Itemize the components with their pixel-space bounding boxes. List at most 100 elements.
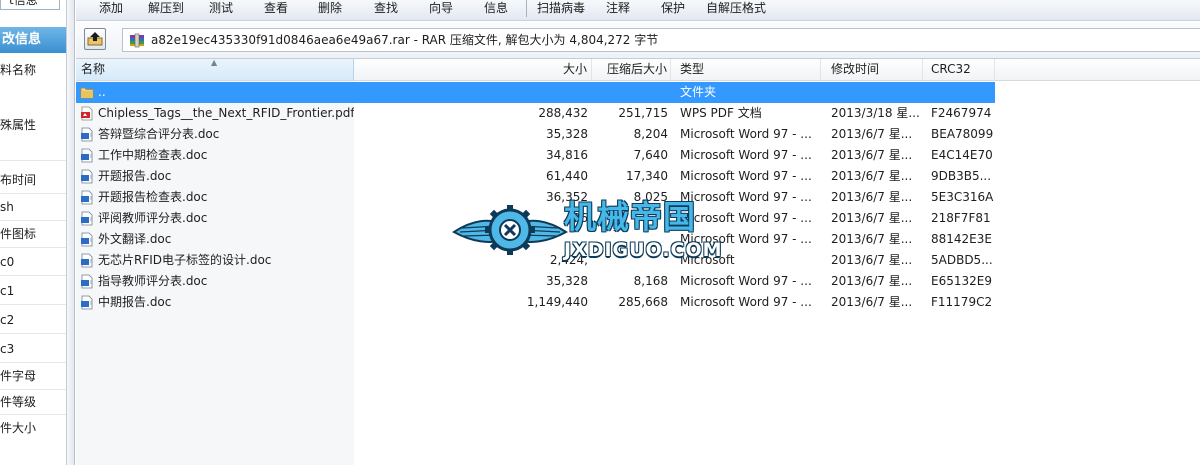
file-name: 答辩暨综合评分表.doc <box>98 127 220 141</box>
table-row[interactable]: 外文翻译.doc Microsoft Word 97 - ... 2013/6/… <box>76 229 1200 250</box>
file-crc32: F11179C2 <box>931 295 993 309</box>
file-crc32 <box>931 82 995 103</box>
file-type: Microsoft Word 97 - ... <box>680 169 812 183</box>
view-button[interactable]: 查看 <box>264 0 288 18</box>
toolbar: 添加 解压到 测试 查看 删除 查找 向导 信息 扫描病毒 注释 保护 自解压格… <box>76 0 1200 21</box>
file-size <box>354 229 588 250</box>
table-row[interactable]: 答辩暨综合评分表.doc 35,328 8,204 Microsoft Word… <box>76 124 1200 145</box>
table-row[interactable]: 指导教师评分表.doc 35,328 8,168 Microsoft Word … <box>76 271 1200 292</box>
left-field-label: c1 <box>0 284 15 298</box>
file-crc32: 88142E3E <box>931 232 992 246</box>
file-packed-size <box>592 82 668 103</box>
left-info-panel: t信息 改信息 料名称 殊属性 布时间 sh 件图标 c0 c1 c2 c3 件… <box>0 0 66 465</box>
path-field[interactable]: a82e19ec435330f91d0846aea6e49a67.rar - R… <box>122 28 1200 52</box>
file-modified: 2013/6/7 星... <box>831 169 913 183</box>
left-separator <box>0 333 66 334</box>
column-header-type[interactable]: 类型 <box>671 59 821 80</box>
left-field-label: c3 <box>0 342 15 356</box>
file-modified <box>831 82 921 103</box>
wizard-button[interactable]: 向导 <box>429 0 453 18</box>
doc-file-icon <box>81 127 93 142</box>
file-type: Microsoft Word 97 - ... <box>680 274 812 288</box>
file-packed-size: 8,168 <box>633 274 668 288</box>
file-modified: 2013/6/7 星... <box>831 148 913 162</box>
file-size: 36,352 <box>546 190 588 204</box>
table-row[interactable]: 开题报告.doc 61,440 17,340 Microsoft Word 97… <box>76 166 1200 187</box>
file-crc32: 9DB3B5... <box>931 169 992 183</box>
left-separator <box>0 389 66 390</box>
file-size: 2,424, <box>549 253 588 267</box>
pdf-file-icon <box>81 106 93 121</box>
table-row[interactable]: 评阅教师评分表.doc 36 Microsoft Word 97 - ... 2… <box>76 208 1200 229</box>
sfx-button[interactable]: 自解压格式 <box>706 0 766 18</box>
file-type: Microsoft <box>680 253 735 267</box>
table-row[interactable]: Chipless_Tags__the_Next_RFID_Frontier.pd… <box>76 103 1200 124</box>
table-row[interactable]: 中期报告.doc 1,149,440 285,668 Microsoft Wor… <box>76 292 1200 313</box>
file-type: Microsoft Word 97 - ... <box>680 211 812 225</box>
left-field-label: 殊属性 <box>0 118 37 132</box>
file-modified: 2013/6/7 星... <box>831 295 913 309</box>
left-field-label: 件图标 <box>0 227 37 241</box>
file-modified: 2013/6/7 星... <box>831 274 913 288</box>
column-header-row: 名称 ▲ 大小 压缩后大小 类型 修改时间 CRC32 <box>76 59 1200 81</box>
file-modified: 2013/6/7 星... <box>831 232 913 246</box>
file-modified: 2013/6/7 星... <box>831 211 913 225</box>
protect-button[interactable]: 保护 <box>661 0 685 18</box>
virus-scan-button[interactable]: 扫描病毒 <box>537 0 585 18</box>
table-row[interactable]: 开题报告检查表.doc 36,352 8,025 Microsoft Word … <box>76 187 1200 208</box>
file-name: 开题报告检查表.doc <box>98 190 208 204</box>
left-panel-tab-fragment[interactable]: t信息 <box>0 0 60 10</box>
left-panel-header: 改信息 <box>0 27 66 53</box>
doc-file-icon <box>81 190 93 205</box>
comment-button[interactable]: 注释 <box>606 0 630 18</box>
left-field-label: 件大小 <box>0 421 37 435</box>
file-crc32: 218F7F81 <box>931 211 991 225</box>
table-row[interactable]: 无芯片RFID电子标签的设计.doc 2,424, Microsoft 2013… <box>76 250 1200 271</box>
left-field-label: c2 <box>0 313 15 327</box>
file-packed-size <box>592 208 668 229</box>
column-header-packed[interactable]: 压缩后大小 <box>592 59 671 80</box>
table-row[interactable]: 工作中期检查表.doc 34,816 7,640 Microsoft Word … <box>76 145 1200 166</box>
extract-to-button[interactable]: 解压到 <box>148 0 184 18</box>
left-separator <box>0 275 66 276</box>
left-field-label: sh <box>0 200 14 214</box>
file-crc32: F2467974 <box>931 106 992 120</box>
file-type: Microsoft Word 97 - ... <box>680 127 812 141</box>
doc-file-icon <box>81 148 93 163</box>
left-separator <box>0 247 66 248</box>
file-size: 34,816 <box>546 148 588 162</box>
file-type: Microsoft Word 97 - ... <box>680 295 812 309</box>
file-crc32: 5ADBD5... <box>931 253 993 267</box>
column-header-name[interactable]: 名称 ▲ <box>76 59 354 80</box>
doc-file-icon <box>81 211 93 226</box>
test-button[interactable]: 测试 <box>209 0 233 18</box>
file-crc32: E65132E9 <box>931 274 992 288</box>
file-packed-size: 8,025 <box>633 190 668 204</box>
up-folder-icon <box>87 32 103 46</box>
column-header-size[interactable]: 大小 <box>354 59 592 80</box>
left-field-label: 布时间 <box>0 173 37 187</box>
add-button[interactable]: 添加 <box>99 0 123 18</box>
file-type: WPS PDF 文档 <box>680 106 762 120</box>
left-field-label: 件等级 <box>0 395 37 409</box>
panel-splitter[interactable] <box>67 0 75 465</box>
file-modified: 2013/6/7 星... <box>831 253 913 267</box>
doc-file-icon <box>81 232 93 247</box>
left-separator <box>0 193 66 194</box>
info-button[interactable]: 信息 <box>484 0 508 18</box>
file-name: 指导教师评分表.doc <box>98 274 208 288</box>
file-size: 61,440 <box>546 169 588 183</box>
column-header-crc32[interactable]: CRC32 <box>923 59 995 80</box>
file-packed-size: 8,204 <box>633 127 668 141</box>
file-crc32: 5E3C316A <box>931 190 994 204</box>
column-header-modified[interactable]: 修改时间 <box>821 59 923 80</box>
file-size: 35,328 <box>546 274 588 288</box>
file-packed-size <box>592 250 668 271</box>
find-button[interactable]: 查找 <box>374 0 398 18</box>
file-size: 36 <box>572 211 588 225</box>
up-folder-button[interactable] <box>84 28 106 50</box>
doc-file-icon <box>81 295 93 310</box>
delete-button[interactable]: 删除 <box>318 0 342 18</box>
file-modified: 2013/6/7 星... <box>831 190 913 204</box>
table-row[interactable]: .. 文件夹 <box>76 82 1200 103</box>
